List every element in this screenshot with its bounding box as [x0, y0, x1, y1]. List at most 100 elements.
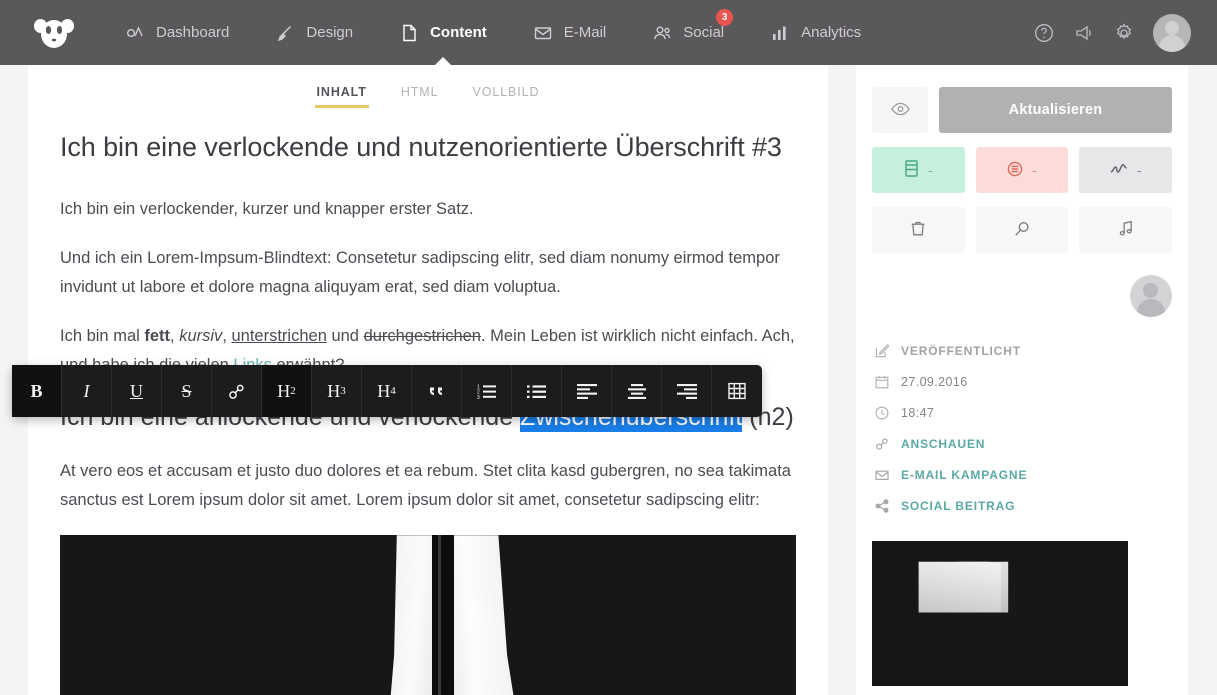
photo-shape: [452, 535, 542, 695]
users-icon: [652, 23, 672, 43]
bold-label: B: [30, 380, 43, 401]
desktop-stat-value: -: [928, 162, 933, 178]
p3-strike: durchgestrichen: [363, 327, 481, 346]
nav-item-design[interactable]: Design: [252, 0, 376, 65]
signature-icon: [1110, 162, 1128, 179]
activity-icon: [125, 23, 145, 43]
heading4-button[interactable]: H4: [362, 365, 412, 417]
recording-stat-value: -: [1032, 162, 1037, 178]
photo-shape: [438, 535, 441, 695]
p3-underline: unterstrichen: [231, 327, 327, 346]
nav-label: Design: [306, 24, 354, 41]
ordered-list-button[interactable]: 1 2 3: [462, 365, 512, 417]
tools-row: [872, 207, 1173, 253]
nav-item-social[interactable]: Social 3: [629, 0, 747, 65]
p3-sep1: ,: [170, 327, 180, 346]
p3-bold: fett: [144, 327, 171, 346]
envelope-icon: [874, 468, 889, 482]
main-menu: Dashboard Design Content E-Mail Social 3…: [102, 0, 884, 65]
ordered-list-icon: 1 2 3: [477, 383, 497, 400]
social-badge: 3: [716, 9, 734, 26]
author-avatar[interactable]: [1130, 275, 1172, 317]
nav-item-content[interactable]: Content: [376, 0, 510, 65]
desktop-stat-button[interactable]: -: [872, 147, 965, 193]
calendar-icon: [874, 375, 889, 389]
nav-label: E-Mail: [563, 24, 607, 41]
device-icon: [904, 160, 919, 180]
paragraph-1: Ich bin ein verlockender, kurzer und kna…: [60, 200, 474, 219]
nav-item-dashboard[interactable]: Dashboard: [102, 0, 252, 65]
signature-stat-button[interactable]: -: [1079, 147, 1173, 193]
record-icon: [1007, 161, 1023, 180]
h3-level: 3: [340, 385, 346, 397]
svg-text:3: 3: [477, 394, 480, 399]
table-icon: [728, 382, 746, 400]
italic-label: I: [83, 380, 90, 401]
p3-lead: Ich bin mal: [60, 327, 145, 346]
seo-search-button[interactable]: [975, 207, 1069, 253]
help-circle-icon[interactable]: [1033, 22, 1055, 44]
edit-icon: [874, 343, 889, 358]
paragraph-2: Und ich ein Lorem-Impsum-Blindtext: Cons…: [60, 249, 780, 296]
share-icon: [874, 498, 889, 513]
link-icon: [874, 437, 889, 451]
article-heading: Ich bin eine verlockende und nutzenorien…: [60, 132, 782, 162]
bold-button[interactable]: B: [12, 365, 62, 417]
nav-item-email[interactable]: E-Mail: [510, 0, 630, 65]
preview-button[interactable]: [872, 87, 928, 133]
italic-button[interactable]: I: [62, 365, 112, 417]
meta-social-post[interactable]: SOCIAL BEITRAG: [874, 490, 1172, 521]
heading3-button[interactable]: H3: [312, 365, 362, 417]
audio-button[interactable]: [1079, 207, 1173, 253]
meta-email-campaign[interactable]: E-MAIL KAMPAGNE: [874, 459, 1172, 490]
workspace: INHALT HTML VOLLBILD Ich bin eine verloc…: [0, 65, 1217, 695]
article-image[interactable]: [60, 535, 796, 695]
tab-inhalt[interactable]: INHALT: [314, 81, 370, 108]
tab-vollbild[interactable]: VOLLBILD: [470, 81, 541, 108]
gear-icon[interactable]: [1113, 22, 1135, 44]
blockquote-button[interactable]: [412, 365, 462, 417]
nav-label: Social: [683, 24, 725, 41]
underline-button[interactable]: U: [112, 365, 162, 417]
paragraph-4: At vero eos et accusam et justo duo dolo…: [60, 462, 791, 509]
signature-stat-value: -: [1137, 162, 1142, 178]
bullet-list-icon: [526, 383, 547, 400]
delete-button[interactable]: [872, 207, 965, 253]
align-right-button[interactable]: [662, 365, 712, 417]
update-button[interactable]: Aktualisieren: [939, 87, 1172, 133]
meta-view-link[interactable]: ANSCHAUEN: [874, 428, 1172, 459]
link-button[interactable]: [212, 365, 262, 417]
meta-view-label: ANSCHAUEN: [901, 436, 986, 451]
post-thumbnail[interactable]: [872, 541, 1128, 686]
meta-date-label: 27.09.2016: [901, 374, 968, 389]
strikethrough-button[interactable]: S: [162, 365, 212, 417]
envelope-icon: [533, 23, 553, 43]
table-button[interactable]: [712, 365, 762, 417]
megaphone-icon[interactable]: [1073, 22, 1095, 44]
stats-row: - - -: [872, 147, 1173, 193]
nav-right-actions: [1033, 13, 1217, 52]
bar-chart-icon: [770, 23, 790, 43]
monkey-logo-icon[interactable]: [32, 11, 76, 55]
meta-date: 27.09.2016: [874, 366, 1172, 397]
document-icon: [399, 23, 419, 43]
eye-icon: [890, 102, 910, 119]
align-left-icon: [576, 383, 597, 399]
align-center-icon: [627, 383, 647, 399]
align-left-button[interactable]: [562, 365, 612, 417]
brush-icon: [275, 23, 295, 43]
h2-level: 2: [290, 385, 296, 397]
tab-html[interactable]: HTML: [399, 81, 441, 108]
user-avatar[interactable]: [1153, 13, 1191, 52]
p3-sep3: und: [326, 327, 364, 346]
right-sidebar: Aktualisieren - - - VERÖFFENTLICHT 27.09…: [856, 65, 1188, 695]
unordered-list-button[interactable]: [512, 365, 562, 417]
nav-item-analytics[interactable]: Analytics: [747, 0, 884, 65]
recording-stat-button[interactable]: -: [975, 147, 1069, 193]
link-icon: [227, 382, 246, 401]
heading2-button[interactable]: H2: [262, 365, 312, 417]
nav-label: Analytics: [801, 24, 862, 41]
align-center-button[interactable]: [612, 365, 662, 417]
format-toolbar: B I U S H2 H3 H4 1 2 3: [12, 365, 762, 417]
nav-label: Dashboard: [156, 24, 230, 41]
